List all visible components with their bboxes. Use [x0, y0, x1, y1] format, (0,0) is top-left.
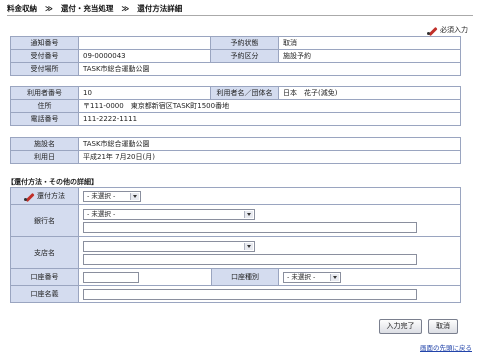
user-number-label: 利用者番号 [10, 86, 79, 100]
bank-select-value: - 未選択 - [87, 210, 116, 218]
bank-name-input[interactable] [83, 222, 417, 233]
required-pen-icon [427, 25, 439, 35]
breadcrumb: 料金収納 ≫ 還付・充当処理 ≫ 還付方法詳細 [7, 3, 182, 14]
section-title: 【還付方法・その他の詳細】 [7, 178, 98, 186]
account-type-select[interactable]: - 未選択 - [283, 271, 341, 283]
reservation-type-label: 予約区分 [210, 49, 279, 63]
account-number-cell [78, 268, 212, 286]
chevron-down-icon [130, 192, 139, 200]
user-number-value: 10 [78, 86, 211, 100]
refund-method-select[interactable]: - 未選択 - [83, 190, 141, 202]
user-name-value: 日本 花子(減免) [278, 86, 461, 100]
account-holder-label: 口座名義 [10, 285, 79, 303]
facility-name-value: TASK市総合運動公園 [78, 137, 461, 151]
account-type-label: 口座種別 [211, 268, 279, 286]
usage-date-value: 平成21年 7月20日(月) [78, 150, 461, 164]
reservation-info-table: 通知番号 予約状態 取消 受付番号 09-0000043 予約区分 施設予約 受… [10, 36, 461, 76]
receipt-place-value: TASK市総合運動公園 [78, 62, 461, 76]
phone-value: 111-2222-1111 [78, 112, 461, 126]
account-number-label: 口座番号 [10, 268, 79, 286]
complete-button[interactable]: 入力完了 [379, 319, 422, 334]
user-info-table: 利用者番号 10 利用者名／団体名 日本 花子(減免) 住所 〒111-0000… [10, 86, 461, 126]
receipt-number-label: 受付番号 [10, 49, 79, 63]
chevron-down-icon [244, 211, 253, 218]
chevron-down-icon [330, 273, 339, 281]
facility-info-table: 施設名 TASK市総合運動公園 利用日 平成21年 7月20日(月) [10, 137, 461, 164]
address-value: 〒111-0000 東京都新宿区TASK町1500番地 [78, 99, 461, 113]
refund-method-label-cell: 還付方法 [10, 187, 79, 205]
refund-method-cell: - 未選択 - [77, 187, 462, 205]
account-holder-input[interactable] [83, 288, 417, 300]
account-holder-cell [77, 285, 462, 303]
required-legend: 必須入力 [427, 25, 468, 35]
cancel-button[interactable]: 取消 [428, 319, 458, 334]
account-type-cell: - 未選択 - [277, 268, 462, 286]
breadcrumb-item-2: 還付・充当処理 [60, 4, 114, 13]
branch-name-label: 支店名 [10, 236, 79, 269]
branch-name-input[interactable] [83, 254, 417, 265]
receipt-number-value: 09-0000043 [78, 49, 211, 63]
bank-select[interactable]: - 未選択 - [83, 209, 255, 220]
reservation-type-value: 施設予約 [278, 49, 461, 63]
bank-name-label: 銀行名 [10, 204, 79, 237]
receipt-place-label: 受付場所 [10, 62, 79, 76]
refund-form-table: 還付方法 - 未選択 - 銀行名 - 未選択 - 支店名 口座番号 口座種別 -… [10, 187, 462, 303]
header-divider [7, 15, 473, 16]
branch-name-cell [77, 236, 462, 269]
breadcrumb-separator: ≫ [121, 4, 130, 13]
reservation-status-value: 取消 [278, 36, 461, 50]
breadcrumb-separator: ≫ [45, 4, 53, 13]
usage-date-label: 利用日 [10, 150, 79, 164]
facility-name-label: 施設名 [10, 137, 79, 151]
breadcrumb-item-1: 料金収納 [7, 4, 37, 13]
required-pen-icon [24, 191, 36, 201]
reservation-status-label: 予約状態 [210, 36, 279, 50]
account-number-input[interactable] [83, 271, 139, 283]
account-type-select-value: - 未選択 - [287, 272, 316, 281]
phone-label: 電話番号 [10, 112, 79, 126]
notice-number-value [78, 36, 211, 50]
user-name-label: 利用者名／団体名 [210, 86, 279, 100]
refund-method-select-value: - 未選択 - [87, 191, 116, 200]
required-legend-text: 必須入力 [440, 26, 468, 34]
breadcrumb-item-3: 還付方法詳細 [137, 4, 183, 13]
refund-method-label: 還付方法 [37, 192, 65, 200]
branch-select[interactable] [83, 241, 255, 252]
bank-name-cell: - 未選択 - [77, 204, 462, 237]
notice-number-label: 通知番号 [10, 36, 79, 50]
address-label: 住所 [10, 99, 79, 113]
back-to-top-link[interactable]: 画面の先頭に戻る [420, 342, 472, 352]
chevron-down-icon [244, 243, 253, 250]
